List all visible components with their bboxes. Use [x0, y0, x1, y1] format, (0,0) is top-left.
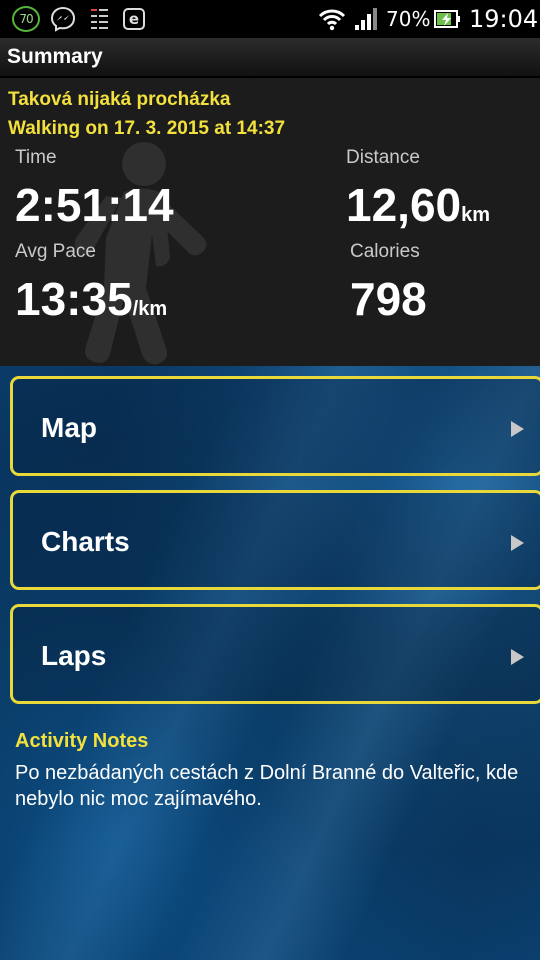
- title-bar: Summary: [0, 38, 540, 78]
- map-button-label: Map: [41, 412, 97, 443]
- distance-label: Distance: [346, 147, 420, 168]
- avg-pace-stat: 13:35/km: [15, 276, 167, 332]
- battery-percent: 70%: [386, 7, 431, 31]
- avg-pace-label: Avg Pace: [15, 241, 96, 262]
- activity-notes-heading: Activity Notes: [15, 730, 149, 752]
- distance-unit: km: [461, 204, 491, 226]
- laps-button-label: Laps: [41, 640, 107, 671]
- task-list-icon: [91, 9, 108, 29]
- activity-notes-text: Po nezbádaných cestách z Dolní Branné do…: [15, 762, 519, 810]
- calories-label: Calories: [350, 241, 420, 262]
- clock: 19:04: [469, 5, 539, 33]
- e-app-icon: e: [123, 8, 145, 30]
- distance-stat: 12,60km: [346, 182, 490, 238]
- chevron-right-icon: [511, 535, 524, 551]
- activity-name: Taková nijaká procházka: [8, 89, 231, 110]
- summary-panel: Taková nijaká procházka Walking on 17. 3…: [0, 78, 540, 366]
- map-button[interactable]: Map: [10, 376, 540, 476]
- battery-level-badge-icon: 70: [12, 6, 40, 32]
- battery-charging-icon: [434, 10, 460, 28]
- time-label: Time: [15, 147, 57, 168]
- screen: 70 e 70% 19:04 Summary Taková nijaká pro…: [0, 0, 540, 960]
- wifi-icon: [318, 9, 346, 31]
- page-title: Summary: [7, 45, 103, 68]
- charts-button[interactable]: Charts: [10, 490, 540, 590]
- avg-pace-unit: /km: [132, 298, 168, 320]
- signal-icon: [355, 8, 377, 30]
- chevron-right-icon: [511, 649, 524, 665]
- activity-date: Walking on 17. 3. 2015 at 14:37: [8, 118, 286, 139]
- calories-value: 798: [350, 273, 427, 325]
- avg-pace-value: 13:35: [15, 273, 133, 325]
- chevron-right-icon: [511, 421, 524, 437]
- laps-button[interactable]: Laps: [10, 604, 540, 704]
- charts-button-label: Charts: [41, 526, 130, 557]
- distance-value: 12,60: [346, 179, 462, 231]
- time-value: 2:51:14: [15, 179, 174, 231]
- messenger-icon: [50, 6, 76, 32]
- status-bar: 70 e 70% 19:04: [0, 0, 540, 38]
